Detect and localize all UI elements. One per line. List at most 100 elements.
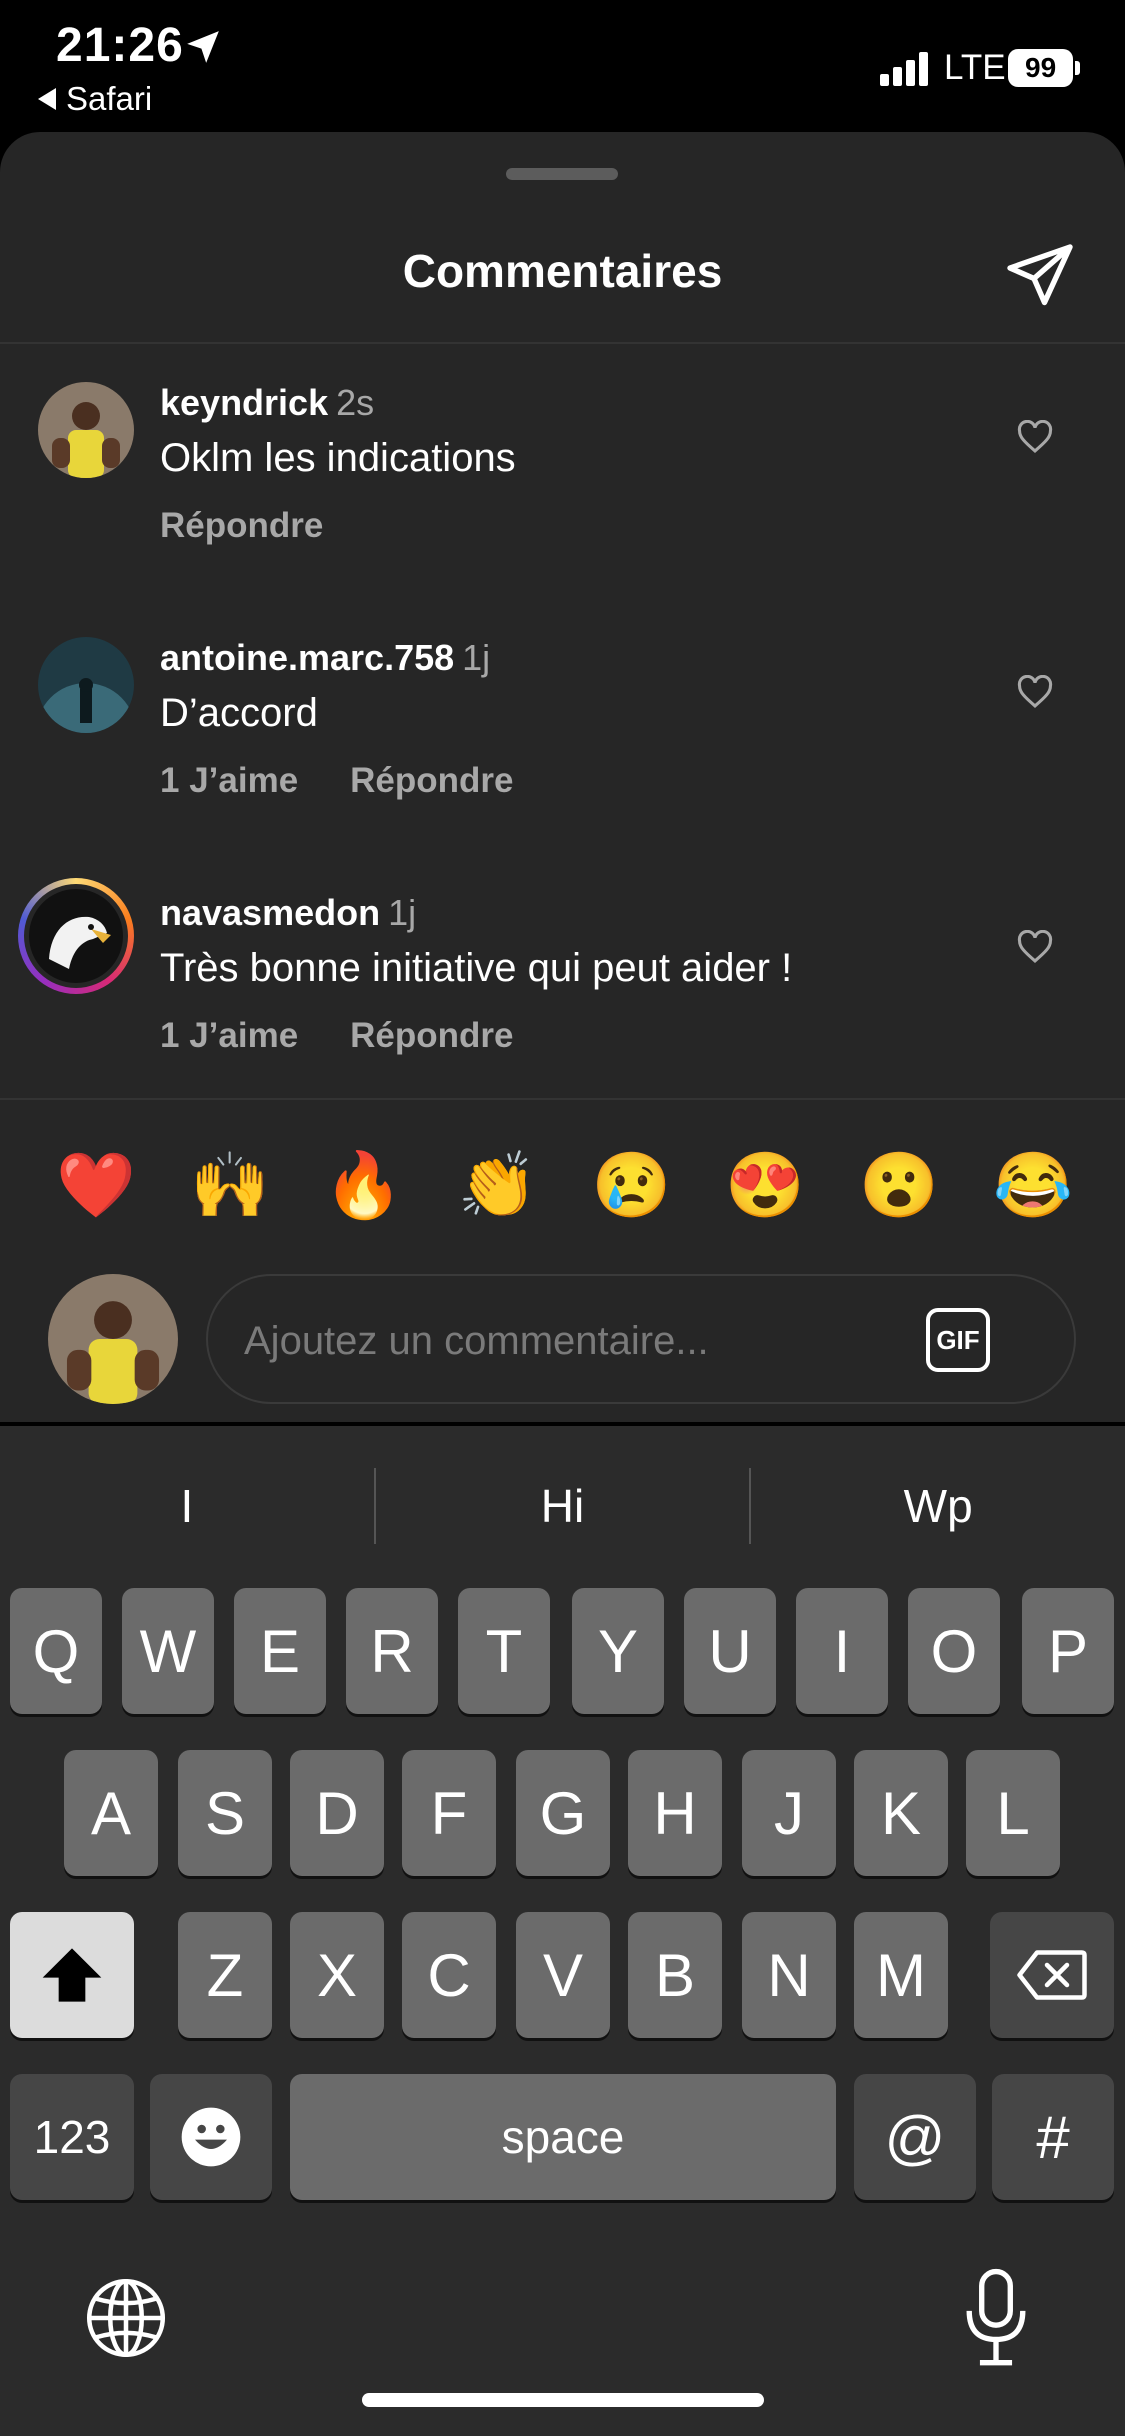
key-a[interactable]: A: [64, 1750, 158, 1876]
key-l[interactable]: L: [966, 1750, 1060, 1876]
comment-username[interactable]: keyndrick 2s: [160, 382, 374, 424]
space-key[interactable]: space: [290, 2074, 836, 2200]
suggestion-3[interactable]: Wp: [751, 1464, 1125, 1548]
shift-key[interactable]: [10, 1912, 134, 2038]
emoji-laughing-button[interactable]: 😂: [993, 1140, 1073, 1230]
avatar-image: [38, 637, 134, 733]
likes-count[interactable]: 1 J’aime: [160, 1016, 298, 1056]
backspace-key[interactable]: [990, 1912, 1114, 2038]
key-o[interactable]: O: [908, 1588, 1000, 1714]
home-indicator[interactable]: [362, 2393, 764, 2407]
cellular-signal-icon: [880, 52, 928, 86]
battery-icon: 99: [1008, 48, 1080, 88]
status-time: 21:26: [56, 19, 184, 72]
comment-time: 1j: [462, 637, 491, 678]
comment-item: antoine.marc.758 1j D’accord 1 J’aime Rép…: [0, 637, 1125, 867]
battery-tip: [1075, 61, 1080, 75]
comment-username[interactable]: antoine.marc.758 1j: [160, 637, 490, 679]
avatar[interactable]: [38, 637, 134, 733]
comment-text: D’accord: [160, 691, 318, 735]
reply-button[interactable]: Répondre: [160, 506, 323, 546]
back-to-app-link[interactable]: Safari: [38, 80, 152, 118]
key-g[interactable]: G: [516, 1750, 610, 1876]
key-u[interactable]: U: [684, 1588, 776, 1714]
like-heart-icon[interactable]: [1016, 930, 1054, 964]
key-f[interactable]: F: [402, 1750, 496, 1876]
key-n[interactable]: N: [742, 1912, 836, 2038]
avatar-image: [38, 382, 134, 478]
emoji-heart-button[interactable]: ❤️: [56, 1140, 136, 1230]
battery-level: 99: [1008, 49, 1074, 87]
comment-text: Très bonne initiative qui peut aider !: [160, 946, 793, 990]
emoji-surprised-button[interactable]: 😮: [859, 1140, 939, 1230]
emoji-reaction-bar: ❤️ 🙌 🔥 👏 😢 😍 😮 😂: [0, 1140, 1125, 1230]
key-b[interactable]: B: [628, 1912, 722, 2038]
comment-text: Oklm les indications: [160, 436, 516, 480]
sheet-grabber[interactable]: [506, 168, 618, 180]
emoji-key[interactable]: [150, 2074, 272, 2200]
emoji-raised-hands-button[interactable]: 🙌: [190, 1140, 270, 1230]
avatar-story-ring[interactable]: [18, 878, 134, 994]
key-r[interactable]: R: [346, 1588, 438, 1714]
backspace-icon: [1017, 1950, 1087, 2000]
key-s[interactable]: S: [178, 1750, 272, 1876]
emoji-heart-eyes-button[interactable]: 😍: [725, 1140, 805, 1230]
username-text: antoine.marc.758: [160, 637, 455, 678]
keyboard-suggestions: I Hi Wp: [0, 1464, 1125, 1548]
reply-button[interactable]: Répondre: [350, 761, 513, 801]
key-k[interactable]: K: [854, 1750, 948, 1876]
globe-icon[interactable]: [84, 2276, 168, 2360]
emoji-crying-button[interactable]: 😢: [591, 1140, 672, 1230]
share-send-icon[interactable]: [1004, 238, 1076, 310]
comments-sheet: Commentaires keyndrick 2s Oklm les indica…: [0, 132, 1125, 1422]
username-text: navasmedon: [160, 892, 381, 933]
at-key[interactable]: @: [854, 2074, 976, 2200]
comment-input-box[interactable]: GIF: [206, 1274, 1076, 1404]
composer-divider: [0, 1098, 1125, 1100]
comment-time: 1j: [388, 892, 417, 933]
like-heart-icon[interactable]: [1016, 420, 1054, 454]
key-x[interactable]: X: [290, 1912, 384, 2038]
key-j[interactable]: J: [742, 1750, 836, 1876]
location-arrow-icon: [187, 31, 219, 63]
likes-count[interactable]: 1 J’aime: [160, 761, 298, 801]
key-t[interactable]: T: [458, 1588, 550, 1714]
avatar-ring-gap: [24, 884, 128, 988]
comment-username[interactable]: navasmedon 1j: [160, 892, 416, 934]
header-divider: [0, 342, 1125, 344]
key-p[interactable]: P: [1022, 1588, 1114, 1714]
key-d[interactable]: D: [290, 1750, 384, 1876]
avatar[interactable]: [38, 382, 134, 478]
network-type: LTE: [944, 48, 1006, 87]
keyboard: I Hi Wp Q W E R T Y U I O P A S D F G H …: [0, 1426, 1125, 2436]
gif-button[interactable]: GIF: [926, 1308, 990, 1372]
back-triangle-icon: [38, 88, 56, 110]
like-heart-icon[interactable]: [1016, 675, 1054, 709]
my-avatar-image: [48, 1274, 178, 1404]
key-y[interactable]: Y: [572, 1588, 664, 1714]
hash-key[interactable]: #: [992, 2074, 1114, 2200]
key-z[interactable]: Z: [178, 1912, 272, 2038]
comment-item: keyndrick 2s Oklm les indications Répondr…: [0, 382, 1125, 612]
microphone-icon[interactable]: [958, 2268, 1034, 2368]
comment-time: 2s: [336, 382, 375, 423]
comment-input[interactable]: [244, 1306, 884, 1376]
reply-button[interactable]: Répondre: [350, 1016, 513, 1056]
emoji-clap-button[interactable]: 👏: [458, 1140, 538, 1230]
username-text: keyndrick: [160, 382, 329, 423]
comment-actions: 1 J’aime Répondre: [160, 761, 514, 801]
key-v[interactable]: V: [516, 1912, 610, 2038]
key-c[interactable]: C: [402, 1912, 496, 2038]
emoji-fire-button[interactable]: 🔥: [324, 1140, 404, 1230]
key-i[interactable]: I: [796, 1588, 888, 1714]
suggestion-1[interactable]: I: [0, 1464, 374, 1548]
key-h[interactable]: H: [628, 1750, 722, 1876]
emoji-smiley-icon: [181, 2107, 241, 2167]
my-avatar: [48, 1274, 178, 1404]
numbers-key[interactable]: 123: [10, 2074, 134, 2200]
key-w[interactable]: W: [122, 1588, 214, 1714]
key-e[interactable]: E: [234, 1588, 326, 1714]
key-m[interactable]: M: [854, 1912, 948, 2038]
key-q[interactable]: Q: [10, 1588, 102, 1714]
suggestion-2[interactable]: Hi: [376, 1464, 750, 1548]
